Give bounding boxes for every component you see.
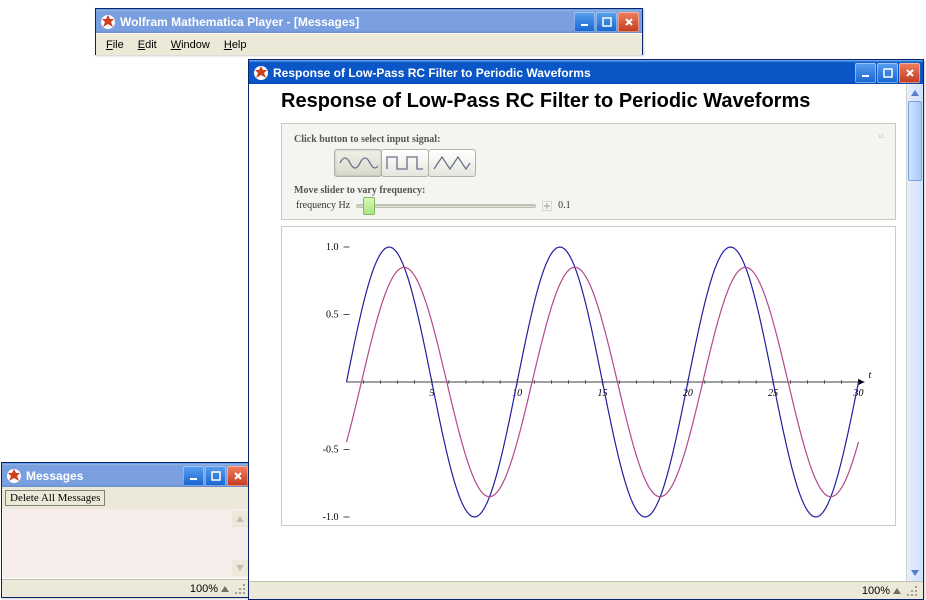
messages-body — [2, 509, 251, 579]
signal-buttons — [294, 149, 883, 177]
doc-content: Response of Low-Pass RC Filter to Period… — [249, 84, 906, 581]
maximize-button[interactable] — [205, 466, 226, 486]
maximize-button[interactable] — [596, 12, 617, 32]
messages-titlebar: Messages — [2, 463, 251, 487]
svg-text:t: t — [869, 370, 872, 381]
plot-frame: 51015202530-1.0-0.50.51.0t — [281, 226, 896, 526]
player-titlebar: Wolfram Mathematica Player - [Messages] — [96, 9, 642, 33]
chevron-up-icon[interactable] — [893, 588, 901, 594]
svg-text:0.5: 0.5 — [326, 310, 339, 321]
freq-label: frequency Hz — [296, 200, 350, 211]
minimize-button[interactable] — [855, 63, 876, 83]
messages-statusbar: 100% — [2, 579, 251, 597]
close-button[interactable] — [618, 12, 639, 32]
signal-sine-button[interactable] — [334, 149, 382, 177]
plot: 51015202530-1.0-0.50.51.0t — [282, 227, 895, 526]
page-title: Response of Low-Pass RC Filter to Period… — [281, 86, 896, 123]
menubar: File Edit Window Help — [96, 33, 642, 55]
scroll-up-button[interactable] — [232, 511, 248, 527]
freq-slider[interactable] — [356, 204, 536, 208]
minimize-button[interactable] — [574, 12, 595, 32]
doc-statusbar: 100% — [249, 581, 923, 599]
gear-icon[interactable] — [875, 130, 887, 142]
select-signal-label: Click button to select input signal: — [294, 134, 883, 145]
menu-edit[interactable]: Edit — [131, 37, 164, 53]
signal-triangle-button[interactable] — [428, 149, 476, 177]
menu-help[interactable]: Help — [217, 37, 254, 53]
vscrollbar[interactable] — [906, 84, 923, 581]
player-title: Wolfram Mathematica Player - [Messages] — [120, 15, 573, 29]
doc-title: Response of Low-Pass RC Filter to Period… — [273, 66, 854, 80]
doc-window: Response of Low-Pass RC Filter to Period… — [248, 59, 924, 600]
zoom-text: 100% — [862, 585, 890, 597]
controls-panel: Click button to select input signal: Mov… — [281, 123, 896, 220]
move-slider-label: Move slider to vary frequency: — [294, 185, 883, 196]
freq-value: 0.1 — [558, 200, 571, 211]
scroll-down-button[interactable] — [232, 560, 248, 576]
resize-grip[interactable] — [233, 582, 247, 596]
maximize-button[interactable] — [877, 63, 898, 83]
player-window: Wolfram Mathematica Player - [Messages] … — [95, 8, 643, 55]
close-button[interactable] — [899, 63, 920, 83]
freq-slider-thumb[interactable] — [363, 197, 375, 215]
minimize-button[interactable] — [183, 466, 204, 486]
svg-text:1.0: 1.0 — [326, 242, 339, 253]
resize-grip[interactable] — [905, 584, 919, 598]
close-button[interactable] — [227, 466, 248, 486]
messages-window: Messages Delete All Messages 100% — [1, 462, 252, 598]
signal-square-button[interactable] — [381, 149, 429, 177]
plus-icon[interactable] — [542, 201, 552, 211]
zoom-text: 100% — [190, 583, 218, 595]
svg-text:-1.0: -1.0 — [323, 512, 339, 523]
messages-title: Messages — [26, 469, 182, 483]
scroll-up-button[interactable] — [907, 84, 923, 101]
wolfram-icon — [6, 468, 22, 484]
scroll-down-button[interactable] — [907, 564, 923, 581]
wolfram-icon — [100, 14, 116, 30]
svg-text:-0.5: -0.5 — [323, 445, 339, 456]
chevron-up-icon[interactable] — [221, 586, 229, 592]
doc-titlebar: Response of Low-Pass RC Filter to Period… — [249, 60, 923, 84]
scroll-thumb[interactable] — [908, 101, 922, 181]
delete-all-button[interactable]: Delete All Messages — [5, 490, 105, 506]
wolfram-icon — [253, 65, 269, 81]
menu-file[interactable]: File — [99, 37, 131, 53]
svg-text:30: 30 — [853, 388, 864, 399]
menu-window[interactable]: Window — [164, 37, 217, 53]
